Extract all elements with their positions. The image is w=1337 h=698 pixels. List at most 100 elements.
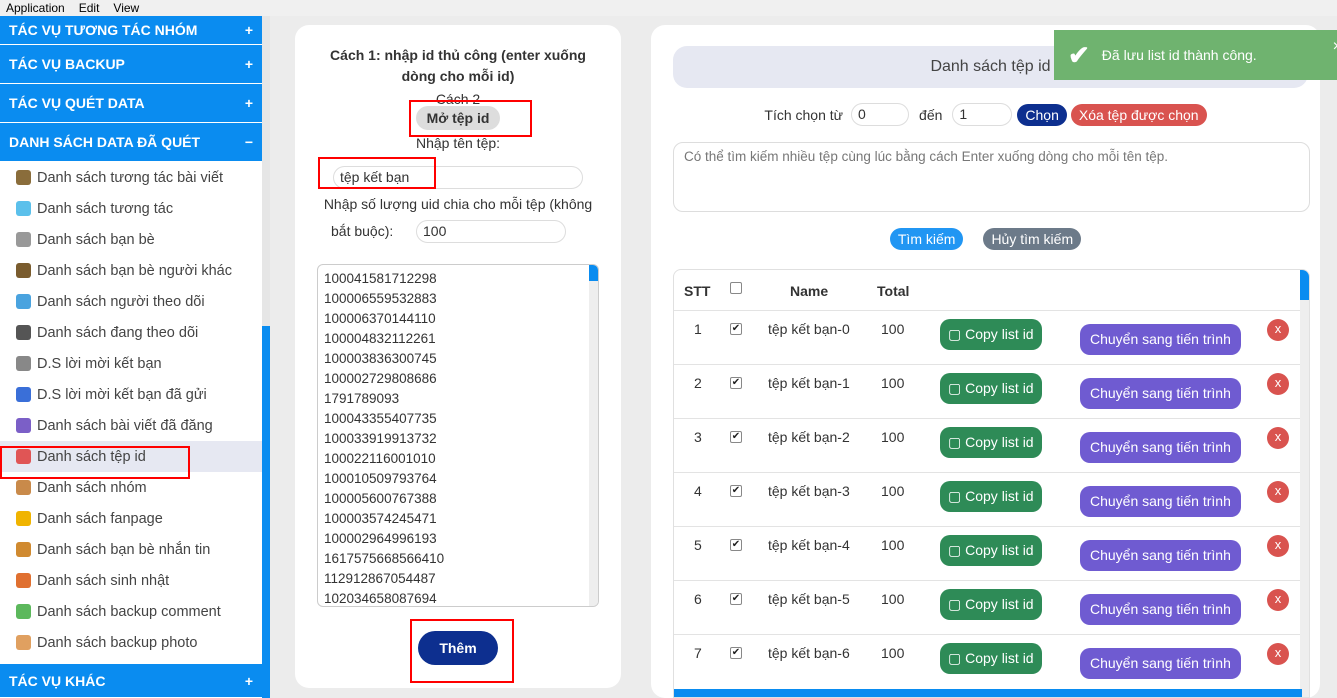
table-row: 4 ✔ tệp kết bạn-3 100 ▢ Copy list id Chu…: [674, 472, 1302, 526]
scrollbar-thumb[interactable]: [262, 326, 270, 698]
sidebar-item-label: Danh sách bạn bè người khác: [37, 262, 232, 279]
sidebar-item[interactable]: Danh sách tương tác bài viết: [0, 162, 262, 193]
section-label: DANH SÁCH DATA ĐÃ QUÉT: [9, 134, 201, 150]
row-checkbox[interactable]: ✔: [730, 431, 742, 443]
sidebar-item-label: Danh sách sinh nhật: [37, 572, 170, 589]
sidebar-section-other[interactable]: TÁC VỤ KHÁC +: [0, 664, 262, 698]
row-checkbox[interactable]: ✔: [730, 323, 742, 335]
row-total: 100: [881, 537, 905, 553]
sidebar-item[interactable]: Danh sách backup photo: [0, 627, 262, 658]
sidebar-item[interactable]: Danh sách backup comment: [0, 596, 262, 627]
section-label: TÁC VỤ KHÁC: [9, 672, 106, 689]
sidebar-section-group-tasks[interactable]: TÁC VỤ TƯƠNG TÁC NHÓM +: [0, 16, 262, 45]
sidebar-section-scanned-data[interactable]: DANH SÁCH DATA ĐÃ QUÉT −: [0, 123, 262, 162]
sidebar-item[interactable]: D.S lời mời kết bạn đã gửi: [0, 379, 262, 410]
move-to-process-button[interactable]: Chuyển sang tiến trình: [1080, 324, 1241, 355]
select-to-input[interactable]: 1: [952, 103, 1013, 126]
cancel-search-button[interactable]: Hủy tìm kiếm: [983, 228, 1082, 250]
delete-row-button[interactable]: x: [1267, 589, 1289, 611]
move-to-process-button[interactable]: Chuyển sang tiến trình: [1080, 432, 1241, 463]
move-to-process-button[interactable]: Chuyển sang tiến trình: [1080, 486, 1241, 517]
menu-edit[interactable]: Edit: [79, 0, 100, 16]
id-line: 100006559532883: [324, 291, 437, 306]
row-name: tệp kết bạn-2: [768, 429, 850, 445]
move-to-process-button[interactable]: Chuyển sang tiến trình: [1080, 648, 1241, 679]
copy-list-button[interactable]: ▢ Copy list id: [940, 319, 1042, 350]
sidebar-item[interactable]: Danh sách bạn bè nhắn tin: [0, 534, 262, 565]
id-line: 1617575668566410: [324, 551, 445, 566]
list-icon: [16, 232, 31, 247]
sidebar-item[interactable]: Danh sách sinh nhật: [0, 565, 262, 596]
select-to-label: đến: [919, 106, 943, 123]
select-from-label: Tích chọn từ: [764, 106, 844, 123]
row-checkbox[interactable]: ✔: [730, 377, 742, 389]
id-list-textarea[interactable]: 100041581712298 100006559532883 1000063701…: [317, 264, 599, 607]
delete-row-button[interactable]: x: [1267, 319, 1289, 341]
menu-application[interactable]: Application: [6, 0, 65, 16]
highlight-open-file: [409, 100, 532, 137]
select-all-checkbox[interactable]: [730, 282, 742, 294]
search-textarea[interactable]: Có thể tìm kiếm nhiều tệp cùng lúc bằng …: [673, 142, 1310, 212]
sidebar-item-label: Danh sách backup photo: [37, 634, 198, 651]
menu-view[interactable]: View: [113, 0, 139, 16]
sidebar-item[interactable]: Danh sách fanpage: [0, 503, 262, 534]
sidebar-section-backup[interactable]: TÁC VỤ BACKUP +: [0, 45, 262, 84]
move-to-process-button[interactable]: Chuyển sang tiến trình: [1080, 594, 1241, 625]
table-scrollbar[interactable]: [1300, 270, 1309, 697]
list-icon: [16, 604, 31, 619]
col-name: Name: [790, 283, 829, 299]
sidebar-item-label: Danh sách người theo dõi: [37, 293, 205, 310]
select-button[interactable]: Chọn: [1017, 103, 1067, 126]
row-name: tệp kết bạn-5: [768, 591, 850, 607]
sidebar-item[interactable]: Danh sách người theo dõi: [0, 286, 262, 317]
row-name: tệp kết bạn-0: [768, 321, 850, 337]
menu-bar: Application Edit View: [0, 0, 1337, 16]
col-total: Total: [877, 283, 910, 299]
search-button[interactable]: Tìm kiếm: [889, 228, 964, 250]
sidebar-item[interactable]: Danh sách bài viết đã đăng: [0, 410, 262, 441]
file-table: STT Name Total 1 ✔ tệp kết bạn-0 100 ▢ C…: [673, 269, 1310, 698]
sidebar-scrollbar[interactable]: [262, 16, 270, 698]
row-checkbox[interactable]: ✔: [730, 485, 742, 497]
delete-row-button[interactable]: x: [1267, 535, 1289, 557]
success-toast: ✔ Đã lưu list id thành công. ×: [1054, 30, 1337, 80]
delete-row-button[interactable]: x: [1267, 643, 1289, 665]
delete-row-button[interactable]: x: [1267, 427, 1289, 449]
list-icon: [16, 263, 31, 278]
copy-list-button[interactable]: ▢ Copy list id: [940, 535, 1042, 566]
copy-list-button[interactable]: ▢ Copy list id: [940, 481, 1042, 512]
highlight-filename: [318, 157, 436, 189]
row-checkbox[interactable]: ✔: [730, 539, 742, 551]
sidebar-item[interactable]: Danh sách tương tác: [0, 193, 262, 224]
copy-list-button[interactable]: ▢ Copy list id: [940, 643, 1042, 674]
list-icon: [16, 356, 31, 371]
textarea-scrollbar[interactable]: [589, 265, 598, 606]
split-count-input[interactable]: 100: [416, 220, 566, 243]
table-bottom-bar: [674, 689, 1302, 697]
sidebar-item-label: Danh sách backup comment: [37, 603, 221, 620]
copy-list-button[interactable]: ▢ Copy list id: [940, 373, 1042, 404]
copy-list-button[interactable]: ▢ Copy list id: [940, 589, 1042, 620]
list-icon: [16, 387, 31, 402]
select-from-input[interactable]: 0: [851, 103, 910, 126]
sidebar-item[interactable]: Danh sách đang theo dõi: [0, 317, 262, 348]
delete-row-button[interactable]: x: [1267, 481, 1289, 503]
sidebar-item[interactable]: Danh sách bạn bè: [0, 224, 262, 255]
table-row: 3 ✔ tệp kết bạn-2 100 ▢ Copy list id Chu…: [674, 418, 1302, 472]
delete-selected-button[interactable]: Xóa tệp được chọn: [1070, 103, 1207, 126]
id-line: 100022116001010: [324, 451, 436, 466]
row-checkbox[interactable]: ✔: [730, 593, 742, 605]
sidebar-section-scan-data[interactable]: TÁC VỤ QUÉT DATA +: [0, 84, 262, 123]
move-to-process-button[interactable]: Chuyển sang tiến trình: [1080, 540, 1241, 571]
delete-row-button[interactable]: x: [1267, 373, 1289, 395]
row-checkbox[interactable]: ✔: [730, 647, 742, 659]
row-stt: 3: [694, 429, 702, 445]
copy-list-button[interactable]: ▢ Copy list id: [940, 427, 1042, 458]
row-stt: 4: [694, 483, 702, 499]
move-to-process-button[interactable]: Chuyển sang tiến trình: [1080, 378, 1241, 409]
sidebar-item[interactable]: D.S lời mời kết bạn: [0, 348, 262, 379]
close-icon[interactable]: ×: [1333, 38, 1337, 56]
sidebar-item[interactable]: Danh sách bạn bè người khác: [0, 255, 262, 286]
filename-label: Nhập tên tệp:: [415, 135, 501, 151]
list-icon: [16, 635, 31, 650]
